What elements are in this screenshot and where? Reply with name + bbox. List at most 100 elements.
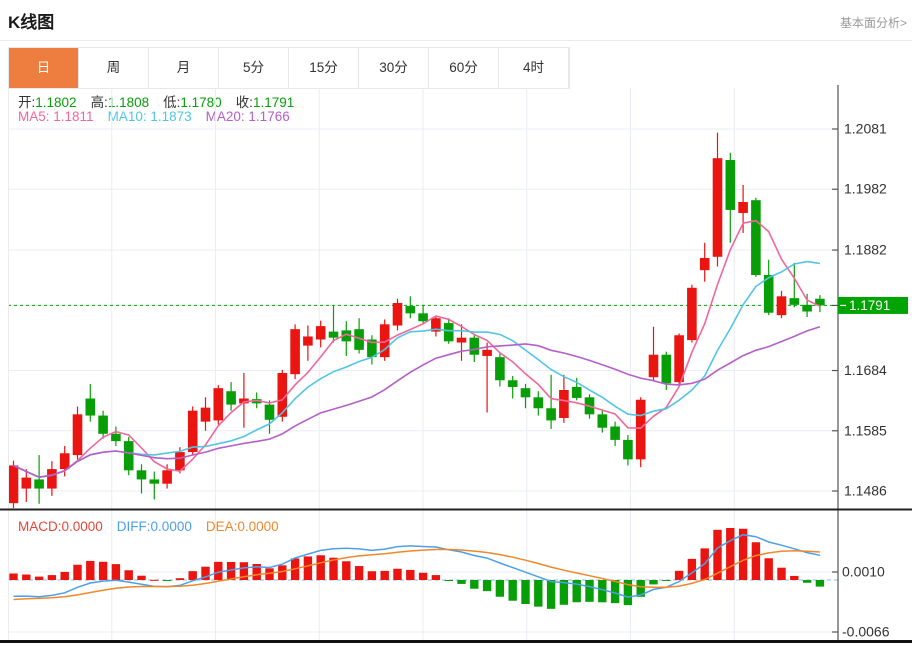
macd-bar[interactable] [534,580,543,607]
candle[interactable] [315,320,326,348]
candle[interactable] [635,397,646,468]
candle[interactable] [34,455,44,504]
macd-bar[interactable] [34,576,44,580]
candle[interactable] [392,298,403,331]
macd-bar[interactable] [802,580,812,583]
macd-bar[interactable] [111,564,121,580]
macd-bar[interactable] [22,574,31,580]
candle[interactable] [546,374,556,429]
candle[interactable] [98,410,108,439]
candle[interactable] [699,242,710,282]
candle[interactable] [123,436,134,476]
macd-bar[interactable] [9,573,18,580]
candle[interactable] [520,383,531,409]
macd-bar[interactable] [342,561,351,580]
candle[interactable] [815,295,825,313]
macd-bar[interactable] [47,575,57,580]
macd-bar[interactable] [354,566,364,580]
macd-bar[interactable] [278,565,287,580]
macd-bar[interactable] [521,580,530,604]
macd-bar[interactable] [482,580,492,592]
macd-bar[interactable] [790,575,799,580]
macd-bar[interactable] [73,564,82,580]
macd-bar[interactable] [649,580,658,585]
candle[interactable] [597,409,608,433]
candle[interactable] [623,435,633,466]
macd-bar[interactable] [137,575,146,580]
candle[interactable] [328,306,339,343]
macd-bar[interactable] [764,558,773,580]
macd-bar[interactable] [495,580,505,597]
candle[interactable] [21,469,32,502]
candle[interactable] [226,382,236,411]
macd-bar[interactable] [470,580,479,589]
macd-bar[interactable] [303,556,313,580]
candle[interactable] [507,376,518,399]
candle[interactable] [802,293,812,317]
candle[interactable] [738,184,748,234]
macd-bar[interactable] [406,569,415,580]
candle[interactable] [264,400,275,434]
candle[interactable] [136,464,147,494]
candle[interactable] [431,316,441,337]
macd-bar[interactable] [815,580,825,587]
macd-bar[interactable] [585,580,594,602]
macd-bar[interactable] [444,580,453,581]
macd-bar[interactable] [508,580,517,601]
candle[interactable] [482,342,492,413]
candle[interactable] [725,152,736,243]
macd-bar[interactable] [60,571,69,580]
macd-bar[interactable] [559,580,569,605]
diff-line [13,533,821,598]
macd-bar[interactable] [777,567,786,580]
candle[interactable] [303,325,313,361]
candle[interactable] [533,391,544,416]
candle[interactable] [85,383,96,422]
macd-bar[interactable] [98,561,108,580]
candle[interactable] [495,353,505,387]
macd-bar[interactable] [457,580,466,584]
candle[interactable] [610,421,620,446]
candle[interactable] [341,321,352,356]
macd-bar[interactable] [726,528,735,580]
macd-bar[interactable] [214,561,223,580]
candle[interactable] [405,296,416,319]
price-tick-label: 1.2081 [844,121,887,137]
macd-tick-label: 0.0010 [842,564,885,580]
macd-bar[interactable] [150,579,159,581]
macd-bar[interactable] [86,560,95,580]
macd-bar[interactable] [316,555,325,580]
macd-bar[interactable] [380,570,389,580]
macd-bar[interactable] [546,580,556,609]
macd-bar[interactable] [418,572,428,580]
macd-bar[interactable] [662,580,671,581]
price-tick-label: 1.1684 [844,362,887,378]
candle[interactable] [213,385,224,425]
candle[interactable] [751,197,761,277]
macd-bar[interactable] [188,571,197,580]
candle[interactable] [290,324,300,380]
candle[interactable] [456,324,467,361]
candle[interactable] [149,471,160,500]
macd-bar[interactable] [124,570,133,580]
candle[interactable] [687,284,697,343]
candle[interactable] [648,326,659,381]
candle[interactable] [239,372,249,428]
candle[interactable] [200,397,211,431]
macd-bar[interactable] [367,571,377,580]
candle[interactable] [72,406,83,460]
macd-bar[interactable] [431,575,441,580]
price-tick-label: 1.1882 [844,242,887,258]
candle[interactable] [776,290,787,319]
macd-bar[interactable] [751,542,761,580]
macd-bar[interactable] [687,558,697,580]
candle[interactable] [354,318,364,354]
candle[interactable] [559,374,569,423]
macd-bar[interactable] [175,578,185,580]
macd-bar[interactable] [162,580,172,581]
candle[interactable] [712,132,723,267]
candle[interactable] [111,426,121,446]
candle[interactable] [367,335,377,365]
macd-bar[interactable] [393,568,402,580]
candle[interactable] [763,259,774,316]
